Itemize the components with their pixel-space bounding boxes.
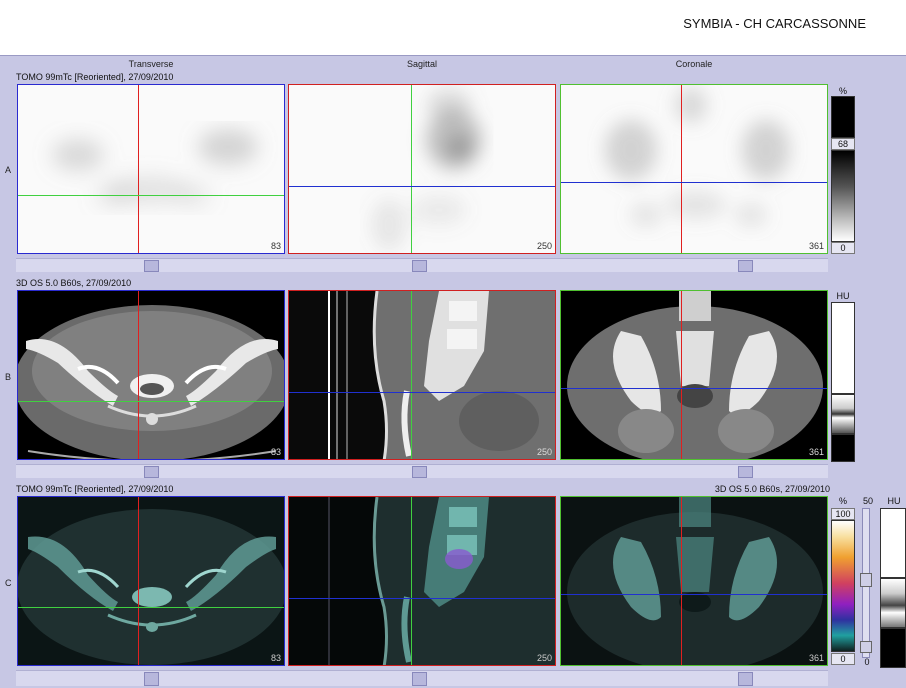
row-b-caption: 3D OS 5.0 B60s, 27/09/2010 (16, 278, 132, 288)
crosshair-horizontal[interactable] (289, 392, 555, 393)
scroll-thumb-coronal[interactable] (738, 672, 753, 686)
fusion-coronal-image (567, 497, 823, 665)
slice-number: 361 (808, 653, 824, 663)
scroll-thumb-coronal[interactable] (738, 260, 753, 272)
crosshair-horizontal[interactable] (561, 388, 827, 389)
window-slider-thumb[interactable] (860, 573, 872, 587)
window-slider-track[interactable] (860, 508, 872, 658)
column-title-coronal: Coronale (675, 59, 713, 69)
scrollbar-row-c[interactable] (16, 670, 828, 686)
crosshair-vertical[interactable] (411, 291, 412, 459)
crosshair-vertical[interactable] (138, 497, 139, 665)
crosshair-horizontal[interactable] (18, 401, 284, 402)
slice-number: 250 (536, 447, 552, 457)
crosshair-vertical[interactable] (138, 291, 139, 459)
viewport-b-sagittal[interactable]: 250 (288, 290, 556, 460)
viewport-a-sagittal[interactable]: 250 (288, 84, 556, 254)
slice-number: 250 (536, 653, 552, 663)
crosshair-horizontal[interactable] (561, 594, 827, 595)
scale-c-unit-left: % (838, 496, 847, 506)
spect-coronal-image (605, 87, 790, 227)
slice-number: 250 (536, 241, 552, 251)
ct-coronal-image (567, 291, 823, 459)
slice-number: 83 (270, 447, 281, 457)
scrollbar-row-a[interactable] (16, 258, 828, 272)
viewport-a-transverse[interactable]: 83 (17, 84, 285, 254)
row-c-caption-right: 3D OS 5.0 B60s, 27/09/2010 (714, 484, 830, 494)
scale-a-unit: % (838, 86, 847, 96)
row-c-caption-left: TOMO 99mTc [Reoriented], 27/09/2010 (16, 484, 174, 494)
crosshair-vertical[interactable] (681, 291, 682, 459)
crosshair-horizontal[interactable] (289, 186, 555, 187)
viewport-c-coronal[interactable]: 361 (560, 496, 828, 666)
slice-number: 83 (270, 653, 281, 663)
row-a-caption: TOMO 99mTc [Reoriented], 27/09/2010 (16, 72, 174, 82)
window-value: 50 (862, 496, 873, 506)
viewport-b-transverse[interactable]: 83 (17, 290, 285, 460)
scale-c-max[interactable]: 100 (831, 508, 855, 520)
scale-c-min[interactable]: 0 (831, 653, 855, 665)
ct-transverse-image (18, 305, 284, 459)
crosshair-horizontal[interactable] (561, 182, 827, 183)
scroll-thumb-transverse[interactable] (144, 466, 159, 478)
crosshair-horizontal[interactable] (18, 195, 284, 196)
scroll-thumb-sagittal[interactable] (412, 260, 427, 272)
spect-sagittal-image (371, 89, 482, 251)
column-title-transverse: Transverse (128, 59, 174, 69)
scrollbar-row-b[interactable] (16, 464, 828, 478)
scale-c-hu-gradient[interactable] (880, 578, 906, 628)
scale-b-gradient[interactable] (831, 394, 855, 434)
row-b-letter: B (5, 372, 12, 382)
slice-number: 361 (808, 447, 824, 457)
fusion-sagittal-image (328, 497, 555, 665)
scroll-thumb-sagittal[interactable] (412, 672, 427, 686)
fusion-transverse-image (18, 509, 284, 665)
scroll-thumb-transverse[interactable] (144, 260, 159, 272)
viewport-a-coronal[interactable]: 361 (560, 84, 828, 254)
ct-sagittal-image (289, 291, 555, 459)
scroll-thumb-sagittal[interactable] (412, 466, 427, 478)
scroll-thumb-coronal[interactable] (738, 466, 753, 478)
scale-c-hu-white-band (880, 508, 906, 578)
scale-c-unit-right: HU (887, 496, 901, 506)
crosshair-vertical[interactable] (138, 85, 139, 253)
crosshair-vertical[interactable] (411, 497, 412, 665)
crosshair-vertical[interactable] (681, 497, 682, 665)
window-slider-thumb-lower[interactable] (860, 641, 872, 653)
slice-number: 83 (270, 241, 281, 251)
app-header: SYMBIA - CH CARCASSONNE (0, 0, 906, 56)
scale-b-unit: HU (836, 291, 850, 301)
viewport-b-coronal[interactable]: 361 (560, 290, 828, 460)
scale-c-color-gradient (831, 520, 855, 652)
scroll-thumb-transverse[interactable] (144, 672, 159, 686)
scale-a-top-band (831, 96, 855, 138)
row-c-letter: C (5, 578, 12, 588)
site-title: SYMBIA - CH CARCASSONNE (683, 16, 866, 31)
scale-a-max[interactable]: 68 (831, 138, 855, 150)
crosshair-vertical[interactable] (411, 85, 412, 253)
window-min: 0 (864, 657, 870, 667)
slice-number: 361 (808, 241, 824, 251)
viewport-c-transverse[interactable]: 83 (17, 496, 285, 666)
crosshair-horizontal[interactable] (18, 607, 284, 608)
spect-transverse-image (52, 129, 258, 207)
scale-a-min[interactable]: 0 (831, 242, 855, 254)
crosshair-horizontal[interactable] (289, 598, 555, 599)
crosshair-vertical[interactable] (681, 85, 682, 253)
column-title-sagittal: Sagittal (406, 59, 438, 69)
scale-c-hu-black-band (880, 628, 906, 668)
viewport-c-sagittal[interactable]: 250 (288, 496, 556, 666)
scale-a-gradient (831, 150, 855, 242)
scale-b-white-band (831, 302, 855, 394)
scale-b-black-band (831, 434, 855, 462)
row-a-letter: A (5, 165, 12, 175)
